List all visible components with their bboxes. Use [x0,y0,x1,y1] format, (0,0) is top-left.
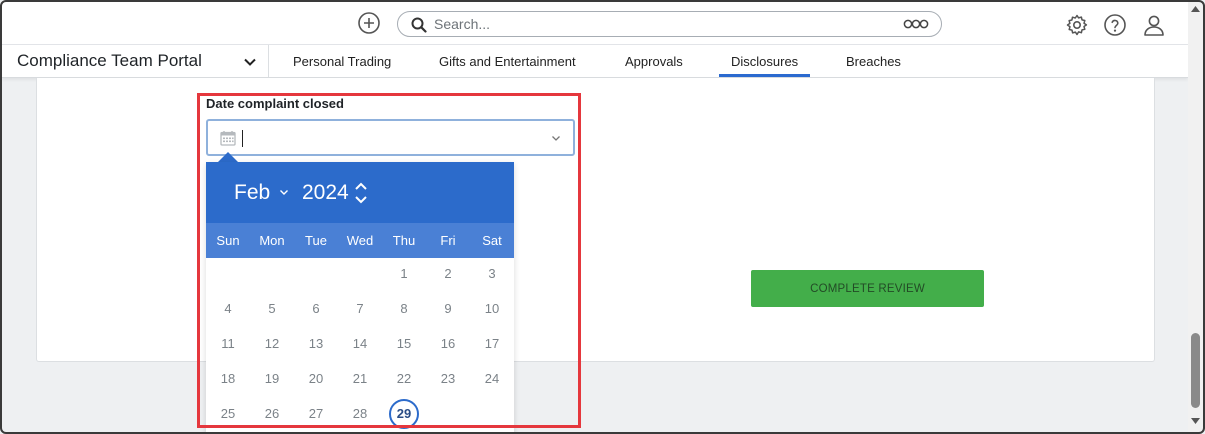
picker-header: Feb 2024 [206,162,514,223]
search-input[interactable] [434,15,874,33]
chevron-down-icon[interactable] [279,189,289,196]
day-cell[interactable]: 12 [257,329,287,359]
day-cell-today[interactable]: 29 [389,399,419,429]
scroll-up-arrow-icon[interactable] [1191,6,1200,12]
day-cell[interactable]: 5 [257,294,287,324]
day-cell[interactable]: 19 [257,364,287,394]
day-cell[interactable]: 14 [345,329,375,359]
tab-personal-trading[interactable]: Personal Trading [293,54,391,69]
day-cell[interactable]: 3 [477,259,507,289]
weekday-label: Sun [216,233,240,248]
tab-disclosures[interactable]: Disclosures [718,54,811,77]
date-field-label: Date complaint closed [206,96,344,111]
search-bar[interactable] [397,11,942,37]
plus-circle-icon[interactable] [357,11,381,35]
day-cell[interactable]: 24 [477,364,507,394]
settings-icon[interactable] [1065,13,1089,37]
weekday-label: Fri [440,233,456,248]
help-icon[interactable] [1103,13,1127,37]
day-cell[interactable]: 10 [477,294,507,324]
day-cell[interactable]: 28 [345,399,375,429]
weekday-label: Sat [482,233,502,248]
text-caret [242,130,243,147]
day-cell[interactable]: 23 [433,364,463,394]
tab-breaches[interactable]: Breaches [846,54,901,69]
day-cell[interactable]: 7 [345,294,375,324]
weekday-label: Wed [346,233,374,248]
weekday-row: Sun Mon Tue Wed Thu Fri Sat [206,223,514,258]
nav-divider [268,45,269,77]
tab-gifts-and-entertainment[interactable]: Gifts and Entertainment [439,54,576,69]
date-complaint-closed-field[interactable] [206,119,575,156]
top-bar [2,2,1188,45]
day-cell[interactable]: 22 [389,364,419,394]
day-cell[interactable]: 8 [389,294,419,324]
picker-pointer [218,152,238,162]
scroll-down-arrow-icon[interactable] [1191,418,1200,424]
chevron-down-icon[interactable] [551,134,561,142]
portal-title[interactable]: Compliance Team Portal [17,51,202,71]
day-cell[interactable]: 17 [477,329,507,359]
weekday-label: Mon [259,233,285,248]
day-cell[interactable]: 2 [433,259,463,289]
tab-approvals[interactable]: Approvals [625,54,683,69]
day-cell[interactable]: 21 [345,364,375,394]
day-cell[interactable]: 6 [301,294,331,324]
day-cell[interactable]: 15 [389,329,419,359]
year-stepper-icon[interactable] [354,181,368,205]
weekday-label: Tue [305,233,327,248]
user-icon[interactable] [1142,13,1166,37]
complete-review-button[interactable]: COMPLETE REVIEW [751,270,984,307]
day-cell[interactable]: 4 [213,294,243,324]
day-cell[interactable]: 9 [433,294,463,324]
day-cell[interactable]: 11 [213,329,243,359]
weekday-label: Thu [392,233,416,248]
day-cell[interactable]: 25 [213,399,243,429]
day-cell[interactable]: 16 [433,329,463,359]
day-cell[interactable]: 18 [213,364,243,394]
scrollbar-thumb[interactable] [1191,333,1200,408]
day-cell[interactable]: 20 [301,364,331,394]
month-select[interactable]: Feb [234,181,270,205]
search-icon [411,17,427,33]
day-cell[interactable]: 26 [257,399,287,429]
day-cell[interactable]: 13 [301,329,331,359]
day-cell[interactable]: 27 [301,399,331,429]
date-picker: Feb 2024 Sun Mon Tue Wed Thu Fri Sat 123456789… [206,162,514,434]
year-input[interactable]: 2024 [302,181,349,205]
calendar-icon [220,131,236,146]
day-cell[interactable]: 1 [389,259,419,289]
form-card [36,78,1155,362]
more-icon[interactable] [903,18,929,30]
chevron-down-icon[interactable] [243,55,257,69]
nav-bar: Compliance Team Portal Personal Trading … [2,45,1188,78]
